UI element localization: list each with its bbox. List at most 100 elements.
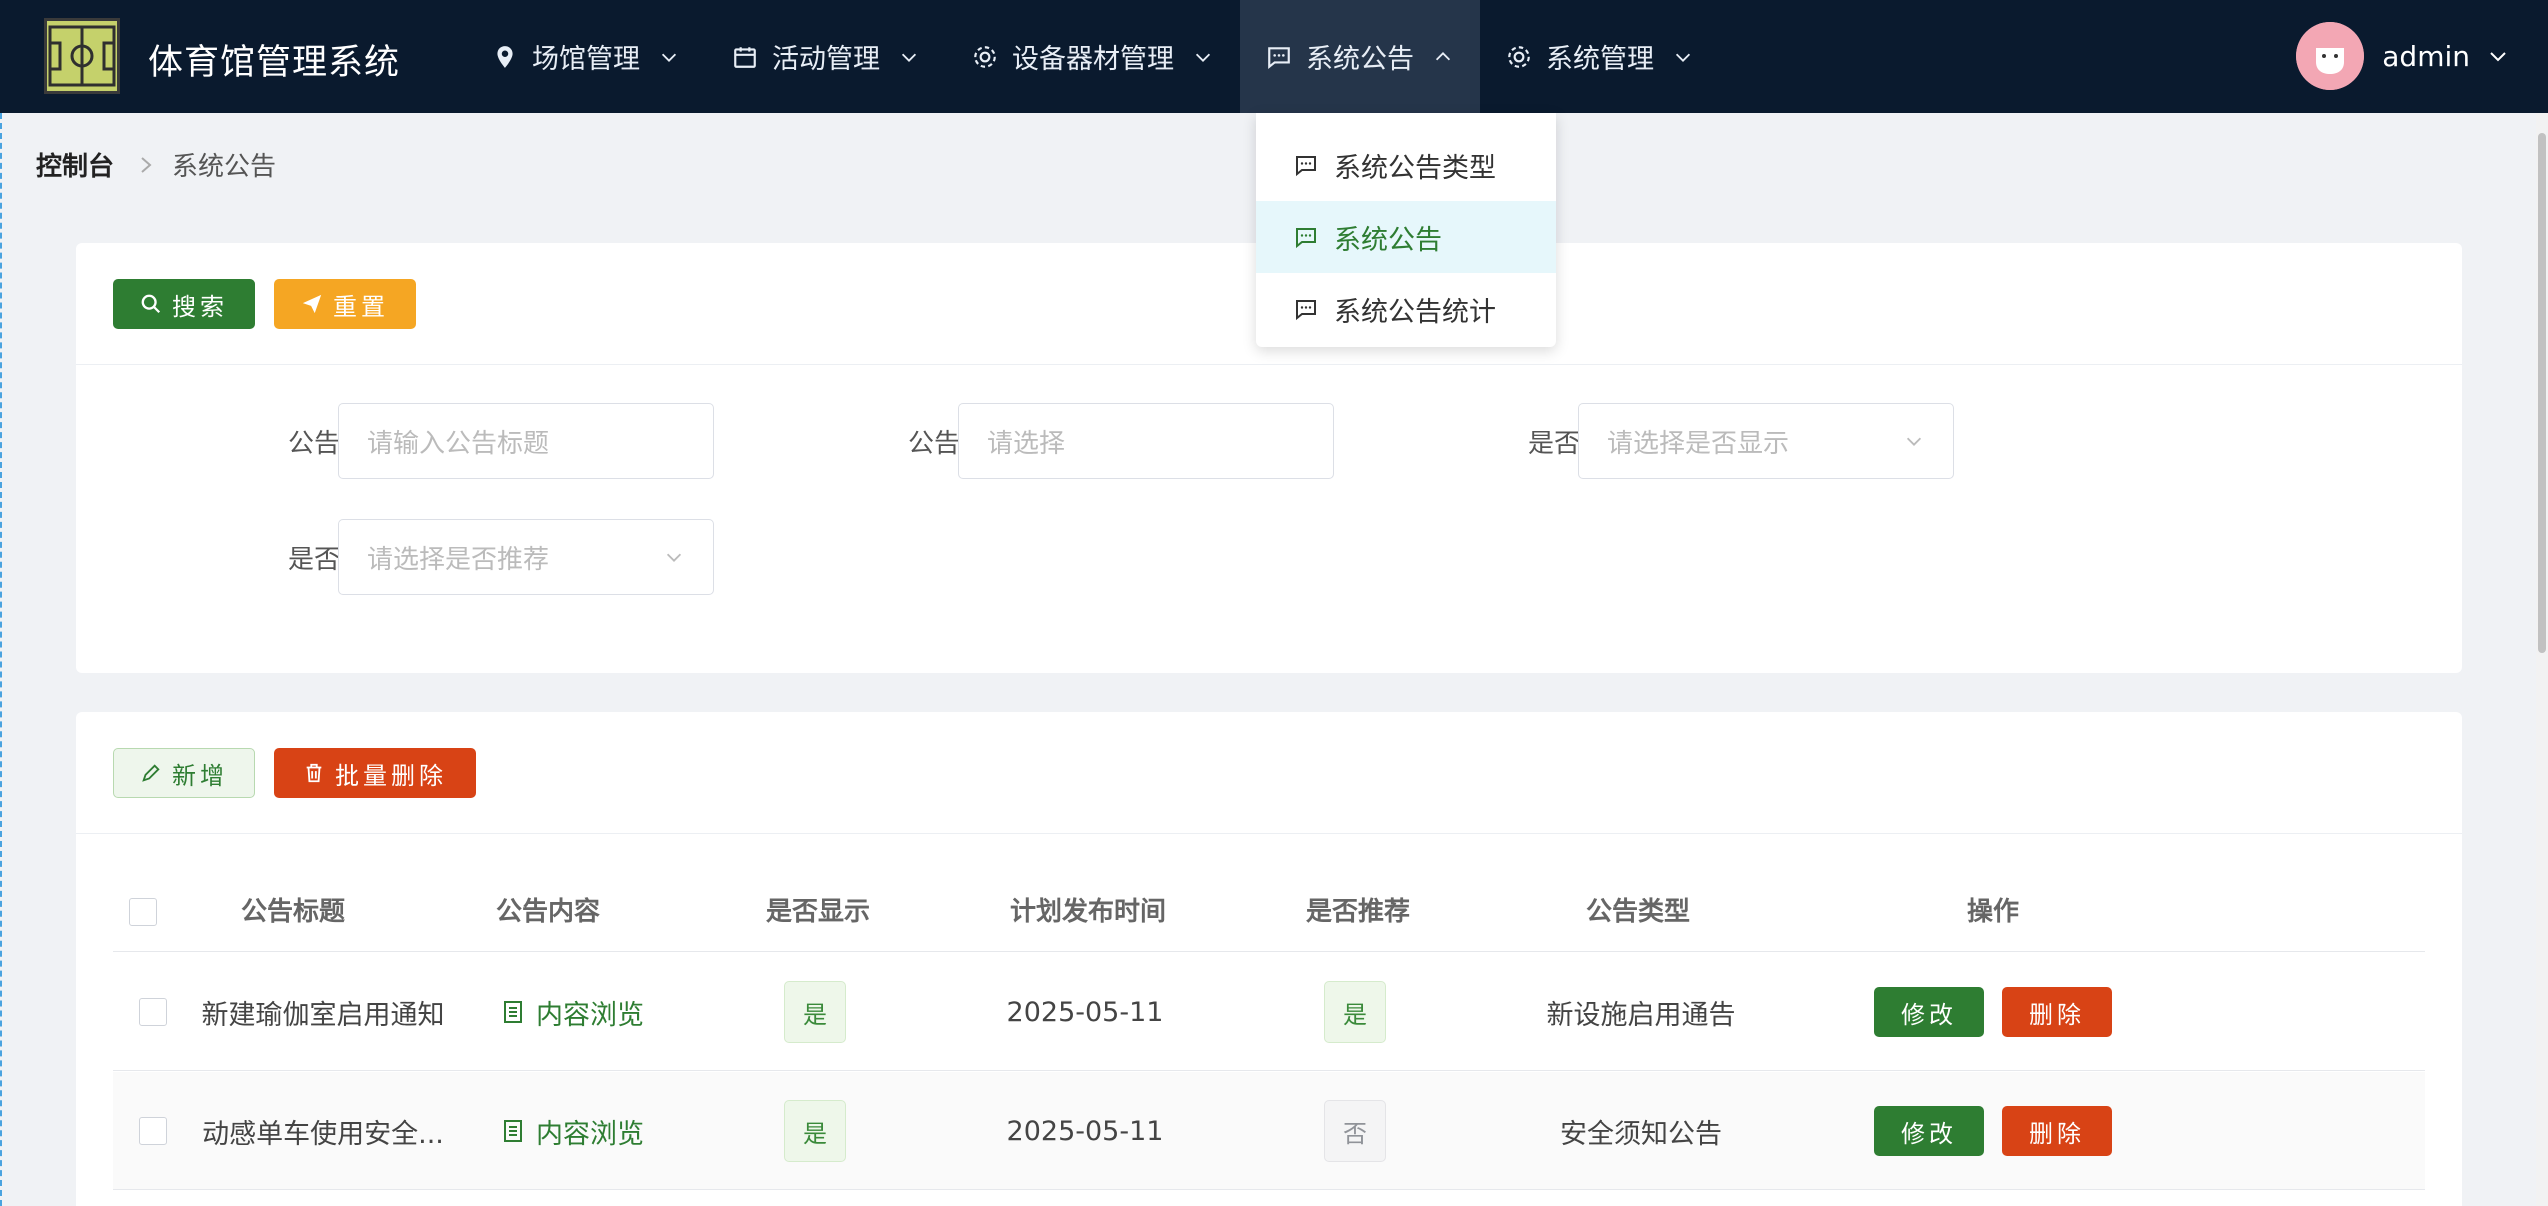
cell-title: 新建瑜伽室启用通知: [201, 999, 445, 1031]
select-all-checkbox[interactable]: [129, 898, 157, 926]
delete-button[interactable]: 删除: [2002, 1106, 2112, 1156]
document-icon: [502, 1119, 524, 1143]
type-select[interactable]: 请选择: [958, 403, 1334, 479]
recommend-select[interactable]: 请选择是否推荐: [338, 519, 714, 595]
logo-icon: [44, 18, 120, 94]
chevron-down-icon: [1672, 46, 1694, 68]
top-navbar: 体育馆管理系统 场馆管理 活动管理 设备器材管理 系统公告 系统管理 admin: [0, 0, 2548, 113]
cell-title: 动感单车使用安全...: [202, 1118, 444, 1150]
add-button-label: 新增: [172, 761, 228, 790]
document-icon: [502, 1000, 524, 1024]
cell-publish-time: 2025-05-11: [1006, 1115, 1164, 1147]
table-row: 动感单车使用安全... 内容浏览 是 2025-05-11 否 安全须知公告 修…: [113, 1072, 2425, 1190]
breadcrumb: 控制台 系统公告: [36, 146, 276, 183]
chevron-down-icon: [658, 46, 680, 68]
status-badge: 是: [784, 981, 846, 1043]
calendar-icon: [732, 44, 758, 70]
title-input-placeholder: 请输入公告标题: [367, 428, 550, 459]
message-icon: [1294, 225, 1318, 249]
cell-actions: 修改 删除: [1783, 953, 2203, 1071]
status-badge: 是: [1324, 981, 1386, 1043]
search-button[interactable]: 搜索: [113, 279, 255, 329]
left-guide-line: [0, 113, 2, 1206]
cell-content: 内容浏览: [438, 953, 708, 1071]
chevron-down-icon: [1192, 46, 1214, 68]
edit-button[interactable]: 修改: [1874, 987, 1984, 1037]
status-badge: 否: [1324, 1100, 1386, 1162]
column-header-recommend[interactable]: 是否推荐: [1223, 872, 1493, 952]
page-scrollbar[interactable]: [2536, 113, 2548, 1206]
user-menu[interactable]: admin: [2296, 22, 2510, 90]
nav-item-label: 系统公告: [1306, 44, 1414, 75]
cell-actions: 修改 删除: [1783, 1072, 2203, 1190]
content-view-link[interactable]: 内容浏览: [502, 1112, 644, 1151]
status-badge: 是: [784, 1100, 846, 1162]
menu-item-announcement[interactable]: 系统公告: [1256, 201, 1556, 273]
gear-icon: [1506, 44, 1532, 70]
column-header-type[interactable]: 公告类型: [1493, 872, 1783, 952]
show-select-placeholder: 请选择是否显示: [1607, 428, 1790, 459]
menu-item-label: 系统公告统计: [1334, 296, 1496, 328]
cell-recommend: 是: [1220, 953, 1490, 1071]
column-header-title[interactable]: 公告标题: [173, 872, 413, 952]
recommend-select-placeholder: 请选择是否推荐: [367, 544, 550, 575]
cell-content: 内容浏览: [438, 1072, 708, 1190]
reset-button[interactable]: 重置: [274, 279, 416, 329]
column-header-publish-time[interactable]: 计划发布时间: [953, 872, 1223, 952]
nav-item-label: 场馆管理: [532, 44, 640, 75]
delete-button[interactable]: 删除: [2002, 987, 2112, 1037]
table-toolbar: 新增 批量删除: [76, 712, 2462, 834]
menu-item-announcement-type[interactable]: 系统公告类型: [1256, 129, 1556, 201]
chevron-up-icon: [1432, 46, 1454, 68]
chevron-down-icon: [1903, 430, 1925, 452]
trash-icon: [303, 762, 325, 784]
row-checkbox[interactable]: [139, 998, 167, 1026]
batch-delete-button[interactable]: 批量删除: [274, 748, 476, 798]
menu-item-announcement-stats[interactable]: 系统公告统计: [1256, 273, 1556, 345]
nav-item-label: 设备器材管理: [1012, 44, 1174, 75]
chevron-right-icon: [138, 155, 154, 175]
nav-item-announcement[interactable]: 系统公告: [1240, 0, 1480, 113]
nav-item-equipment[interactable]: 设备器材管理: [946, 0, 1240, 113]
reset-button-label: 重置: [333, 292, 389, 321]
cell-show: 是: [680, 1072, 950, 1190]
nav-item-activity[interactable]: 活动管理: [706, 0, 946, 113]
paper-plane-icon: [301, 293, 323, 315]
nav-item-label: 活动管理: [772, 44, 880, 75]
content-view-link[interactable]: 内容浏览: [502, 993, 644, 1032]
search-button-label: 搜索: [172, 292, 228, 321]
scrollbar-thumb[interactable]: [2538, 133, 2546, 653]
title-input[interactable]: 请输入公告标题: [338, 403, 714, 479]
column-header-actions: 操作: [1966, 897, 2019, 927]
show-select[interactable]: 请选择是否显示: [1578, 403, 1954, 479]
table-header: 公告标题 公告内容 是否显示 计划发布时间 是否推荐 公告类型 操作: [113, 872, 2425, 952]
nav-item-venue[interactable]: 场馆管理: [466, 0, 706, 113]
cell-recommend: 否: [1220, 1072, 1490, 1190]
cell-publish-time: 2025-05-11: [1006, 996, 1164, 1028]
menu-item-label: 系统公告类型: [1334, 152, 1496, 184]
edit-button[interactable]: 修改: [1874, 1106, 1984, 1156]
message-icon: [1294, 297, 1318, 321]
cell-type: 安全须知公告: [1560, 1118, 1722, 1150]
add-button[interactable]: 新增: [113, 748, 255, 798]
column-header-content[interactable]: 公告内容: [413, 872, 683, 952]
table-row: 新建瑜伽室启用通知 内容浏览 是 2025-05-11 是 新设施启用通告 修改…: [113, 953, 2425, 1071]
nav-item-system[interactable]: 系统管理: [1480, 0, 1720, 113]
breadcrumb-current: 系统公告: [172, 152, 277, 182]
main-nav: 场馆管理 活动管理 设备器材管理 系统公告 系统管理: [466, 0, 1720, 113]
location-pin-icon: [492, 44, 518, 70]
chevron-down-icon: [663, 546, 685, 568]
chevron-down-icon: [898, 46, 920, 68]
content-view-label: 内容浏览: [536, 1118, 644, 1150]
gear-icon: [972, 44, 998, 70]
message-icon: [1266, 44, 1292, 70]
username: admin: [2382, 39, 2470, 73]
avatar: [2296, 22, 2365, 90]
batch-delete-button-label: 批量删除: [335, 761, 447, 790]
select-all-cell: [113, 872, 173, 952]
breadcrumb-home[interactable]: 控制台: [36, 146, 114, 183]
chevron-down-icon: [2486, 44, 2510, 68]
cell-type: 新设施启用通告: [1546, 999, 1736, 1031]
row-checkbox[interactable]: [139, 1117, 167, 1145]
column-header-show[interactable]: 是否显示: [683, 872, 953, 952]
